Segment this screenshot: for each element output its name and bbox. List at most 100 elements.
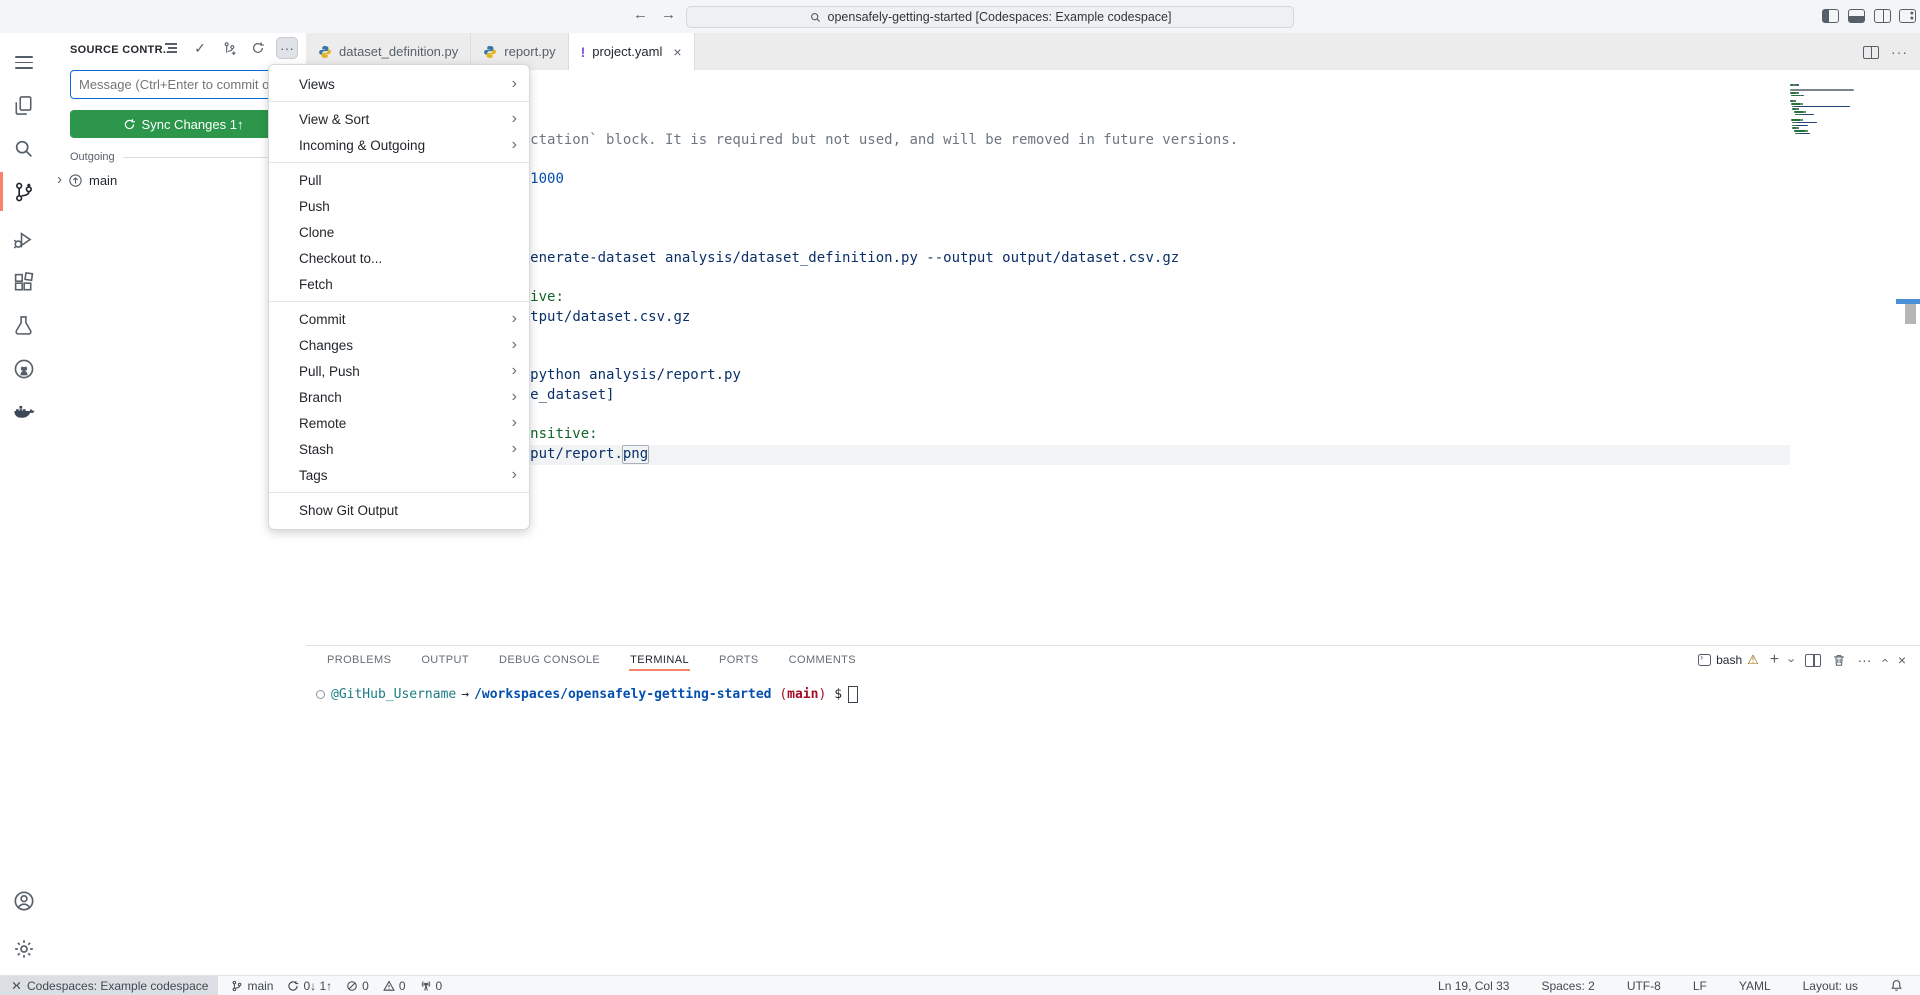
search-text: opensafely-getting-started [Codespaces: … xyxy=(828,10,1172,24)
more-actions-icon[interactable]: ··· xyxy=(276,37,298,59)
panel-tab-ports[interactable]: PORTS xyxy=(718,648,760,672)
files-glyph xyxy=(13,95,34,116)
menu-item-fetch[interactable]: Fetch xyxy=(269,271,529,297)
minimap-line xyxy=(1801,103,1803,105)
github-icon[interactable] xyxy=(0,347,47,390)
status-item-0-1[interactable]: 0↓ 1↑ xyxy=(280,976,339,995)
explorer-icon[interactable] xyxy=(0,84,47,127)
command-center-search[interactable]: opensafely-getting-started [Codespaces: … xyxy=(686,6,1294,28)
outgoing-section-header[interactable]: Outgoing xyxy=(70,151,296,163)
menu-item-tags[interactable]: Tags› xyxy=(269,462,529,488)
panel-tab-debug-console[interactable]: DEBUG CONSOLE xyxy=(498,648,601,672)
terminal-shell-badge[interactable]: bash ⚠ xyxy=(1698,652,1759,668)
scrollbar-thumb[interactable] xyxy=(1905,304,1916,324)
menu-item-incoming-outgoing[interactable]: Incoming & Outgoing› xyxy=(269,132,529,158)
minimap[interactable] xyxy=(1790,84,1906,144)
split-editor-icon[interactable] xyxy=(1863,46,1879,59)
minimap-line xyxy=(1804,111,1806,113)
menu-item-stash[interactable]: Stash› xyxy=(269,436,529,462)
search-icon xyxy=(809,11,822,24)
view-as-list-icon[interactable] xyxy=(160,37,182,59)
status-item-ln-19-col-33[interactable]: Ln 19, Col 33 xyxy=(1431,976,1516,995)
toggle-secondary-sidebar-icon[interactable] xyxy=(1874,9,1891,23)
minimap-line xyxy=(1794,111,1804,113)
menu-item-pull[interactable]: Pull xyxy=(269,167,529,193)
status-item-0[interactable]: 0 xyxy=(376,976,413,995)
tab-project-yaml[interactable]: !project.yaml× xyxy=(569,33,695,70)
source-control-view-icon[interactable] xyxy=(0,170,47,213)
status-bar-right: Ln 19, Col 33 Spaces: 2 UTF-8 LF YAML Layout:… xyxy=(1431,976,1920,995)
new-terminal-icon[interactable]: + xyxy=(1770,652,1779,668)
menu-item-label: Clone xyxy=(299,225,517,240)
menu-item-branch[interactable]: Branch› xyxy=(269,384,529,410)
source-control-graph-icon[interactable] xyxy=(218,37,240,59)
maximize-panel-icon[interactable]: › xyxy=(1878,658,1891,662)
refresh-icon[interactable] xyxy=(247,37,269,59)
status-item-bell-icon[interactable] xyxy=(1883,976,1910,995)
status-item-layout-us[interactable]: Layout: us xyxy=(1796,976,1865,995)
fill xyxy=(1849,16,1864,22)
menu-item-commit[interactable]: Commit› xyxy=(269,306,529,332)
person-glyph xyxy=(13,890,35,912)
menu-item-views[interactable]: Views› xyxy=(269,71,529,97)
submenu-chevron-icon: › xyxy=(512,111,517,127)
search-view-icon[interactable] xyxy=(0,127,47,170)
terminal-dropdown-icon[interactable]: › xyxy=(1786,658,1799,662)
tab-label: dataset_definition.py xyxy=(339,44,458,59)
outgoing-branch-row[interactable]: › main xyxy=(57,168,302,192)
toggle-panel-icon[interactable] xyxy=(1848,9,1865,23)
terminal-prompt-line[interactable]: @GitHub_Username → /workspaces/opensafel… xyxy=(314,686,858,703)
panel-tab-terminal[interactable]: TERMINAL xyxy=(629,648,690,672)
status-item-label: LF xyxy=(1693,979,1707,993)
menu-item-clone[interactable]: Clone xyxy=(269,219,529,245)
close-panel-icon[interactable]: × xyxy=(1898,653,1906,667)
run-and-debug-icon[interactable] xyxy=(0,218,47,261)
panel-more-actions-icon[interactable]: ··· xyxy=(1857,653,1871,667)
error-icon xyxy=(346,980,358,992)
chevron-right-icon[interactable]: › xyxy=(57,171,62,188)
close-icon[interactable]: × xyxy=(673,44,681,60)
menu-item-checkout-to[interactable]: Checkout to... xyxy=(269,245,529,271)
status-item-0[interactable]: 0 xyxy=(339,976,376,995)
commit-check-icon[interactable]: ✓ xyxy=(189,37,211,59)
status-item-utf-8[interactable]: UTF-8 xyxy=(1620,976,1668,995)
menu-item-label: Views xyxy=(299,77,512,92)
docker-icon[interactable] xyxy=(0,390,47,433)
status-item-label: 0 xyxy=(436,979,443,993)
status-item-label: Ln 19, Col 33 xyxy=(1438,979,1509,993)
panel-tab-output[interactable]: OUTPUT xyxy=(420,648,470,672)
minimap-line xyxy=(1791,103,1801,105)
nav-forward-icon[interactable]: → xyxy=(661,6,676,23)
toggle-sidebar-icon[interactable] xyxy=(1822,9,1839,23)
menu-item-push[interactable]: Push xyxy=(269,193,529,219)
panel-tab-comments[interactable]: COMMENTS xyxy=(788,648,857,672)
status-item-codespaces-example-codespace[interactable]: Codespaces: Example codespace xyxy=(0,976,218,995)
menu-item-changes[interactable]: Changes› xyxy=(269,332,529,358)
menu-item-show-git-output[interactable]: Show Git Output xyxy=(269,497,529,523)
split-terminal-icon[interactable] xyxy=(1805,654,1821,667)
sync-changes-button[interactable]: Sync Changes 1↑ xyxy=(70,110,296,138)
kill-terminal-trash-icon[interactable] xyxy=(1832,653,1846,667)
extensions-icon[interactable] xyxy=(0,261,47,304)
status-item-lf[interactable]: LF xyxy=(1686,976,1714,995)
menu-item-pull-push[interactable]: Pull, Push› xyxy=(269,358,529,384)
terminal-cursor xyxy=(848,686,858,703)
settings-gear-icon[interactable] xyxy=(0,927,47,970)
commit-message-input[interactable] xyxy=(70,70,296,99)
status-item-0[interactable]: 0 xyxy=(413,976,450,995)
nav-back-icon[interactable]: ← xyxy=(633,6,648,23)
accounts-icon[interactable] xyxy=(0,879,47,922)
menu-icon[interactable] xyxy=(0,41,47,84)
editor-more-actions-icon[interactable]: ··· xyxy=(1891,44,1908,60)
terminal-icon xyxy=(1698,654,1711,666)
submenu-chevron-icon: › xyxy=(512,441,517,457)
panel-tab-problems[interactable]: PROBLEMS xyxy=(326,648,392,672)
customize-layout-icon[interactable]: ●● xyxy=(1899,9,1916,23)
menu-item-view-sort[interactable]: View & Sort› xyxy=(269,106,529,132)
status-item-spaces-2[interactable]: Spaces: 2 xyxy=(1534,976,1601,995)
testing-icon[interactable] xyxy=(0,304,47,347)
status-item-yaml[interactable]: YAML xyxy=(1732,976,1778,995)
status-item-main[interactable]: main xyxy=(224,976,280,995)
menu-item-remote[interactable]: Remote› xyxy=(269,410,529,436)
menu-item-label: Incoming & Outgoing xyxy=(299,138,512,153)
